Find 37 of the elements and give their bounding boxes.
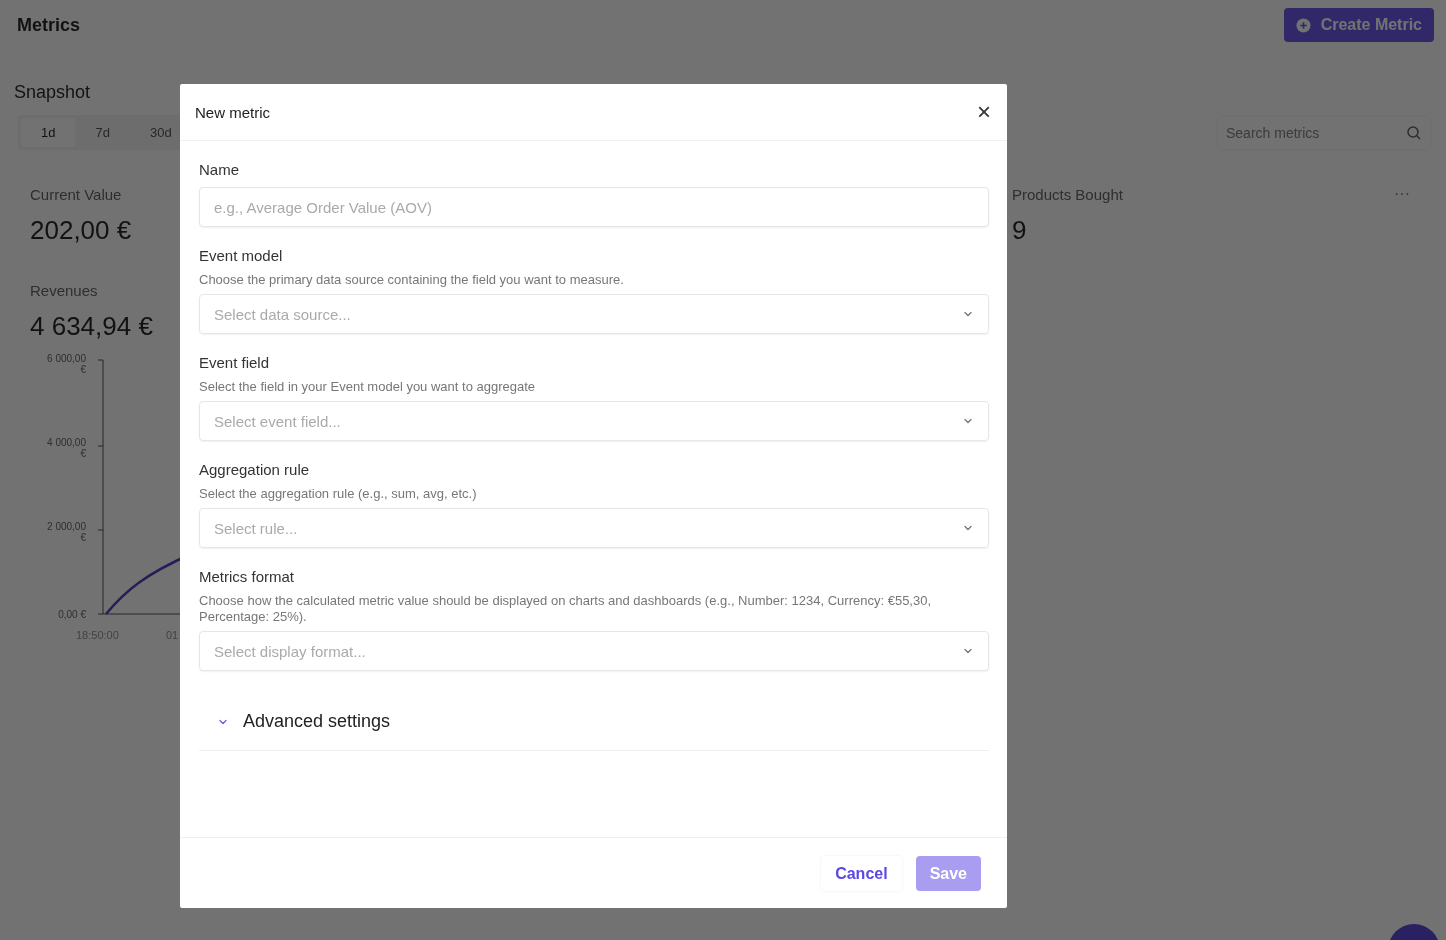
select-field[interactable]: Select event field...	[199, 401, 989, 441]
field-description: Select the field in your Event model you want to aggregate	[199, 379, 537, 395]
plus-circle-icon	[1295, 17, 1311, 33]
card-title: Products Bought	[1012, 186, 1123, 203]
axis-tick-label: 2 000,00 €	[47, 521, 86, 543]
range-tab[interactable]: 30d	[129, 118, 192, 147]
select-field[interactable]: Select display format...	[199, 631, 989, 671]
field-label: Event model	[199, 247, 284, 264]
field-label: Name	[199, 161, 240, 178]
dialog-button[interactable]: Cancel	[821, 856, 902, 891]
page-title: Metrics	[17, 14, 81, 36]
advanced-settings-toggle[interactable]: Advanced settings	[199, 699, 409, 744]
field-description: Select the aggregation rule (e.g., sum, avg, etc.)	[199, 486, 478, 502]
close-button[interactable]: ×	[975, 100, 993, 124]
axis-tick-label: 6 000,00 €	[47, 354, 86, 375]
field-label: Metrics format	[199, 568, 295, 585]
field-label: Aggregation rule	[199, 461, 311, 478]
axis-tick-label: 0,00 €	[58, 609, 86, 620]
card-value: 9	[1012, 215, 1027, 246]
dialog-title: New metric	[195, 103, 270, 121]
field-description: Choose how the calculated metric value should be displayed on charts and dashboards (e.g., Number: 1234, Currency: €55,30, Percentage: 25%).	[199, 593, 933, 625]
input-field[interactable]: e.g., Average Order Value (AOV)	[199, 187, 989, 227]
card-title: Revenues	[30, 282, 98, 299]
field-description: Choose the primary data source containing the field you want to measure.	[199, 272, 625, 288]
search-icon	[1406, 124, 1422, 141]
card-value: 202,00 €	[30, 215, 132, 246]
range-tab[interactable]: 7d	[75, 118, 130, 147]
section-title: Snapshot	[14, 82, 92, 103]
card-title: Current Value	[30, 186, 122, 203]
axis-tick-label: 4 000,00 €	[47, 437, 86, 459]
select-field[interactable]: Select data source...	[199, 294, 989, 334]
field-label: Event field	[199, 354, 271, 371]
card-value: 4 634,94 €	[30, 311, 153, 342]
create-metric-button[interactable]: Create Metric	[1283, 8, 1434, 42]
select-field[interactable]: Select rule...	[199, 508, 989, 548]
range-tab[interactable]: 1d	[21, 118, 76, 147]
more-button[interactable]: ···	[1388, 184, 1416, 204]
